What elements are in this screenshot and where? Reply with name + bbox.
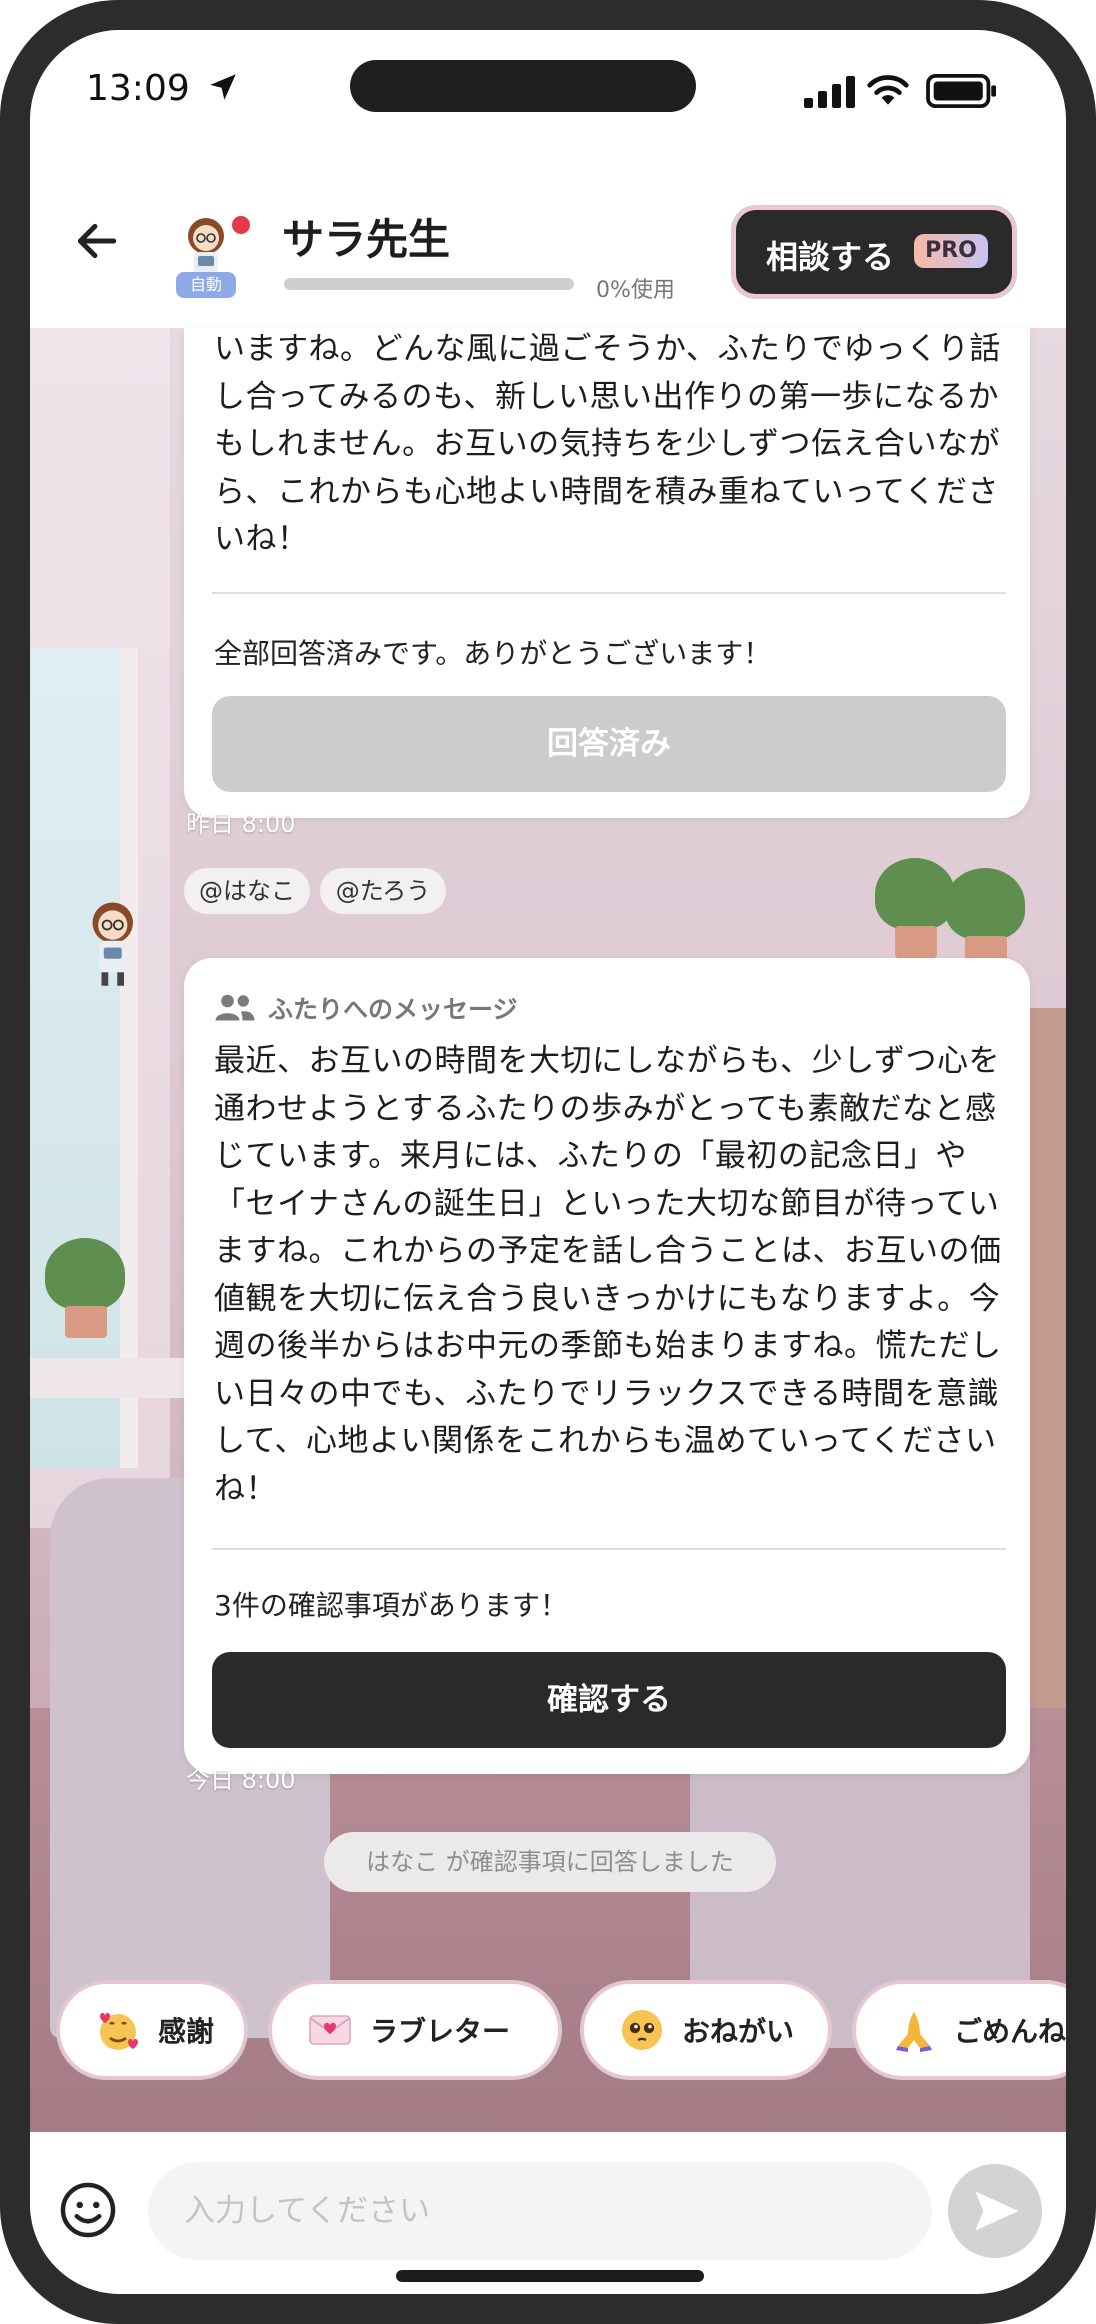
emoji-icon[interactable]: [58, 2180, 118, 2240]
chat-header: 自動 サラ先生 0%使用 相談する PRO: [30, 150, 1066, 328]
card-note: 全部回答済みです。ありがとうございます！: [214, 637, 772, 670]
card-divider: [212, 1548, 1006, 1550]
chip-label: ラブレター: [370, 2015, 511, 2048]
cellular-signal-icon: [804, 76, 855, 108]
message-card: いますね。どんな風に過ごそうか、ふたりでゆっくり話し合ってみるのも、新しい思い出…: [184, 328, 1030, 818]
people-icon: [215, 994, 255, 1021]
online-status-dot: [232, 216, 250, 234]
quick-reply-chip[interactable]: 感謝: [60, 1984, 244, 2076]
usage-progress-bar: [284, 278, 574, 290]
card-note: 3件の確認事項があります！: [214, 1589, 568, 1622]
timestamp: 今日 8:00: [186, 1766, 296, 1794]
system-message: はなこ が確認事項に回答しました: [324, 1832, 776, 1892]
message-text: いますね。どんな風に過ごそうか、ふたりでゆっくり話し合ってみるのも、新しい思い出…: [214, 331, 1001, 557]
wifi-icon: [867, 75, 909, 105]
quick-reply-chip[interactable]: ごめんね: [856, 1984, 1066, 2076]
pleading-face-icon: [622, 2010, 662, 2050]
folded-hands-icon: [896, 2012, 932, 2052]
teacher-avatar[interactable]: [180, 214, 240, 278]
consult-button-label: 相談する: [766, 238, 895, 276]
teacher-avatar: [92, 902, 133, 986]
message-card: ふたりへのメッセージ 最近、お互いの時間を大切にしながらも、少しずつ心を通わせよ…: [184, 958, 1030, 1774]
quick-reply-chip[interactable]: おねがい: [584, 1984, 828, 2076]
phone-frame: 13:09 自動 サラ先生 0%使用 相談する PRO いますね。どんな風に過ご…: [0, 0, 1096, 2324]
home-indicator[interactable]: [396, 2270, 704, 2282]
confirm-button[interactable]: 確認する: [212, 1652, 1006, 1748]
background-plant: [40, 1238, 130, 1338]
hearts-face-icon: [100, 2013, 138, 2050]
background-window: [30, 648, 138, 1468]
pro-badge: PRO: [914, 234, 988, 268]
message-text: 最近、お互いの時間を大切にしながらも、少しずつ心を通わせようとするふたりの歩みが…: [214, 1043, 1002, 1507]
send-icon[interactable]: [948, 2164, 1042, 2258]
message-input[interactable]: [148, 2162, 932, 2260]
timestamp: 昨日 8:00: [186, 810, 296, 838]
back-arrow-icon[interactable]: [72, 216, 122, 266]
location-arrow-icon: [210, 74, 236, 100]
mention-tag[interactable]: @はなこ: [184, 868, 310, 914]
consult-button[interactable]: 相談する PRO: [736, 210, 1012, 294]
quick-reply-chip[interactable]: ラブレター: [272, 1984, 558, 2076]
usage-text: 0%使用: [596, 278, 675, 303]
background-plant: [940, 868, 1030, 968]
mention-tag[interactable]: @たろう: [320, 868, 446, 914]
chip-label: ごめんね: [954, 2015, 1066, 2048]
chip-label: おねがい: [682, 2015, 795, 2048]
status-bar: 13:09: [30, 30, 1066, 150]
battery-icon: [926, 74, 996, 108]
card-divider: [212, 592, 1006, 594]
background-window-sill: [30, 1358, 210, 1398]
answered-button[interactable]: 回答済み: [212, 696, 1006, 792]
auto-badge: 自動: [176, 272, 236, 298]
message-header-label: ふたりへのメッセージ: [268, 995, 518, 1024]
screen: 13:09 自動 サラ先生 0%使用 相談する PRO いますね。どんな風に過ご…: [30, 30, 1066, 2294]
love-letter-icon: [309, 2015, 351, 2045]
chip-label: 感謝: [158, 2015, 215, 2048]
status-time: 13:09: [86, 68, 190, 109]
page-title: サラ先生: [282, 215, 451, 264]
dynamic-island: [350, 60, 696, 112]
